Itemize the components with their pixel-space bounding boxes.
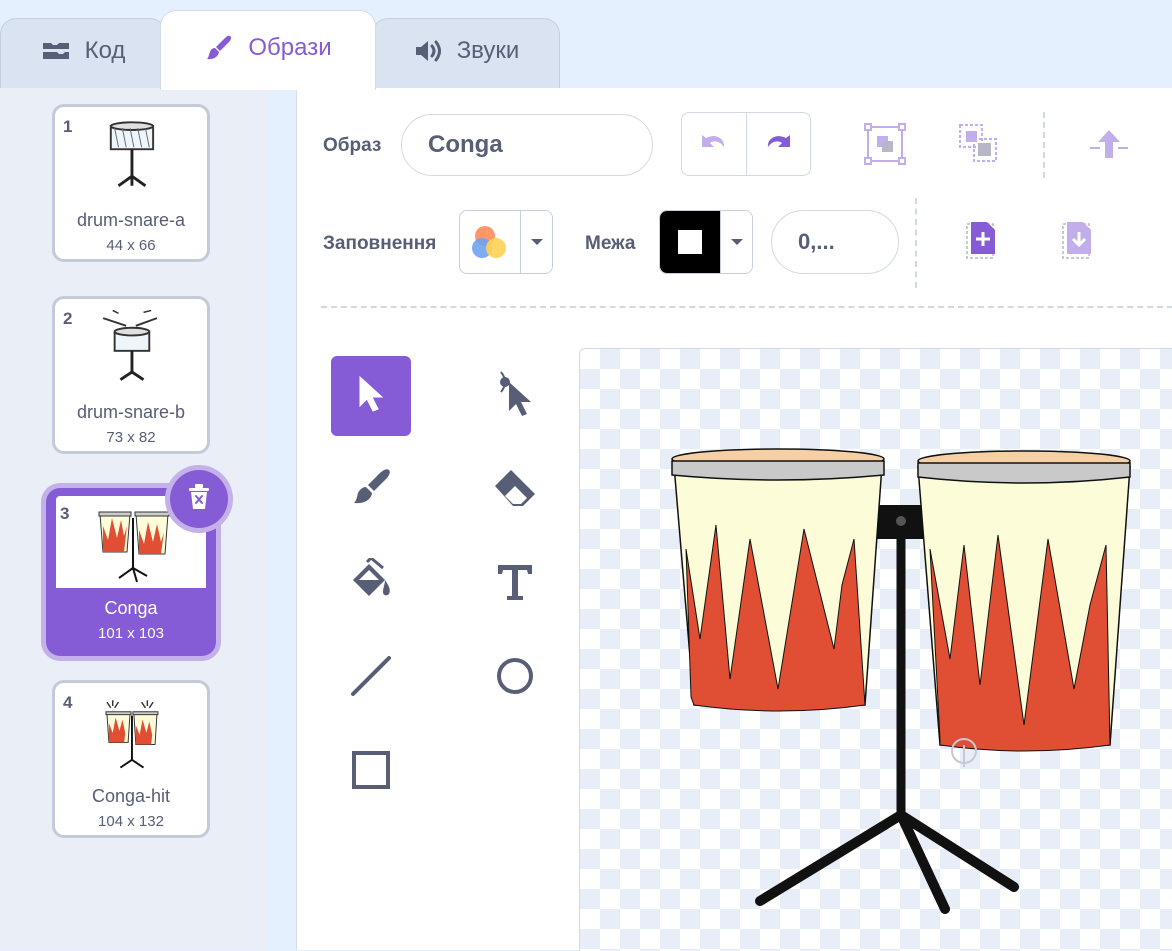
forward-icon — [1088, 126, 1130, 171]
toolbar-separator — [1043, 112, 1045, 178]
costume-name: Conga-hit — [91, 786, 171, 806]
tab-code-label: Код — [84, 36, 126, 64]
costume-size: 104 x 132 — [98, 813, 164, 830]
arrow-cursor-icon — [355, 374, 387, 419]
editor-separator — [321, 306, 1172, 308]
fill-tool[interactable] — [331, 544, 411, 624]
outline-swatch — [660, 211, 721, 273]
eraser-tool[interactable] — [475, 450, 555, 530]
fill-swatch — [460, 211, 520, 273]
outline-width-input[interactable]: 0,... — [771, 210, 899, 274]
outline-color-picker[interactable] — [659, 210, 753, 274]
select-tool[interactable] — [331, 356, 411, 436]
add-costume-icon — [965, 220, 1001, 265]
tab-sounds[interactable]: Звуки — [372, 18, 560, 88]
fill-color-picker[interactable] — [459, 210, 553, 274]
costume-size: 73 x 82 — [106, 429, 156, 446]
costume-name: drum-snare-a — [76, 210, 186, 230]
line-icon — [349, 654, 393, 703]
paint-editor: Образ Conga Заповнення Межа 0,... — [296, 88, 1172, 951]
line-tool[interactable] — [331, 638, 411, 718]
group-button[interactable] — [861, 122, 909, 170]
costume-size: 44 x 66 — [106, 237, 156, 254]
costume-tile-4[interactable]: 4 Conga-hit 104 x 132 — [52, 680, 210, 838]
costume-number: 3 — [60, 504, 70, 523]
snare-drum-thumbnail — [109, 121, 155, 187]
rectangle-tool[interactable] — [331, 732, 411, 812]
scroll-gutter — [268, 88, 296, 950]
costume-name-input[interactable]: Conga — [401, 114, 653, 176]
circle-icon — [494, 655, 536, 702]
toolbar-separator — [915, 198, 917, 288]
ungroup-button[interactable] — [955, 122, 1003, 170]
delete-costume-button[interactable] — [170, 470, 228, 528]
costume-tile-1[interactable]: 1 drum-snare-a 44 x 66 — [52, 104, 210, 262]
redo-button[interactable] — [747, 113, 811, 175]
export-icon — [1061, 220, 1097, 265]
speaker-icon — [413, 38, 443, 64]
code-blocks-icon — [41, 40, 71, 62]
tab-code[interactable]: Код — [0, 18, 166, 88]
conga-artwork[interactable] — [580, 349, 1172, 951]
outline-label: Межа — [585, 233, 636, 254]
undo-icon — [698, 131, 730, 158]
undo-button[interactable] — [682, 113, 747, 175]
reshape-tool[interactable] — [475, 356, 555, 436]
costume-number: 4 — [63, 693, 73, 712]
fill-label: Заповнення — [323, 233, 437, 254]
costume-name: drum-snare-b — [76, 402, 186, 422]
snare-drum-sticks-thumbnail — [102, 309, 158, 381]
add-costume-button[interactable] — [961, 220, 1005, 264]
outline-width-value: 0,... — [798, 229, 835, 254]
tab-costumes-label: Образи — [248, 33, 332, 61]
ungroup-icon — [958, 123, 1000, 170]
trash-icon — [186, 483, 212, 516]
costume-size: 101 x 103 — [98, 625, 164, 642]
costume-tile-2[interactable]: 2 drum-snare-b 73 x 82 — [52, 296, 210, 454]
undo-redo-group — [681, 112, 811, 176]
circle-tool[interactable] — [475, 638, 555, 718]
chevron-down-icon — [520, 211, 552, 273]
paint-bucket-icon — [347, 555, 395, 611]
costume-number: 1 — [63, 117, 73, 136]
group-icon — [864, 122, 906, 170]
text-icon — [495, 562, 535, 607]
redo-icon — [762, 131, 794, 158]
reshape-icon — [493, 368, 537, 425]
costume-number: 2 — [63, 309, 73, 328]
costume-name: Conga — [104, 598, 158, 618]
text-tool[interactable] — [475, 544, 555, 624]
paintbrush-icon — [204, 33, 234, 63]
drawing-canvas[interactable] — [579, 348, 1172, 951]
conga-hit-thumbnail — [105, 700, 159, 769]
tab-costumes[interactable]: Образи — [160, 10, 376, 90]
brush-tool[interactable] — [331, 450, 411, 530]
tab-sounds-label: Звуки — [456, 36, 520, 64]
eraser-icon — [491, 466, 539, 515]
forward-button[interactable] — [1085, 124, 1133, 172]
costume-name-label: Образ — [323, 135, 382, 156]
brush-icon — [349, 466, 393, 515]
chevron-down-icon — [720, 211, 752, 273]
rectangle-icon — [351, 750, 391, 795]
costume-name-value: Conga — [428, 131, 503, 158]
export-button[interactable] — [1057, 220, 1101, 264]
